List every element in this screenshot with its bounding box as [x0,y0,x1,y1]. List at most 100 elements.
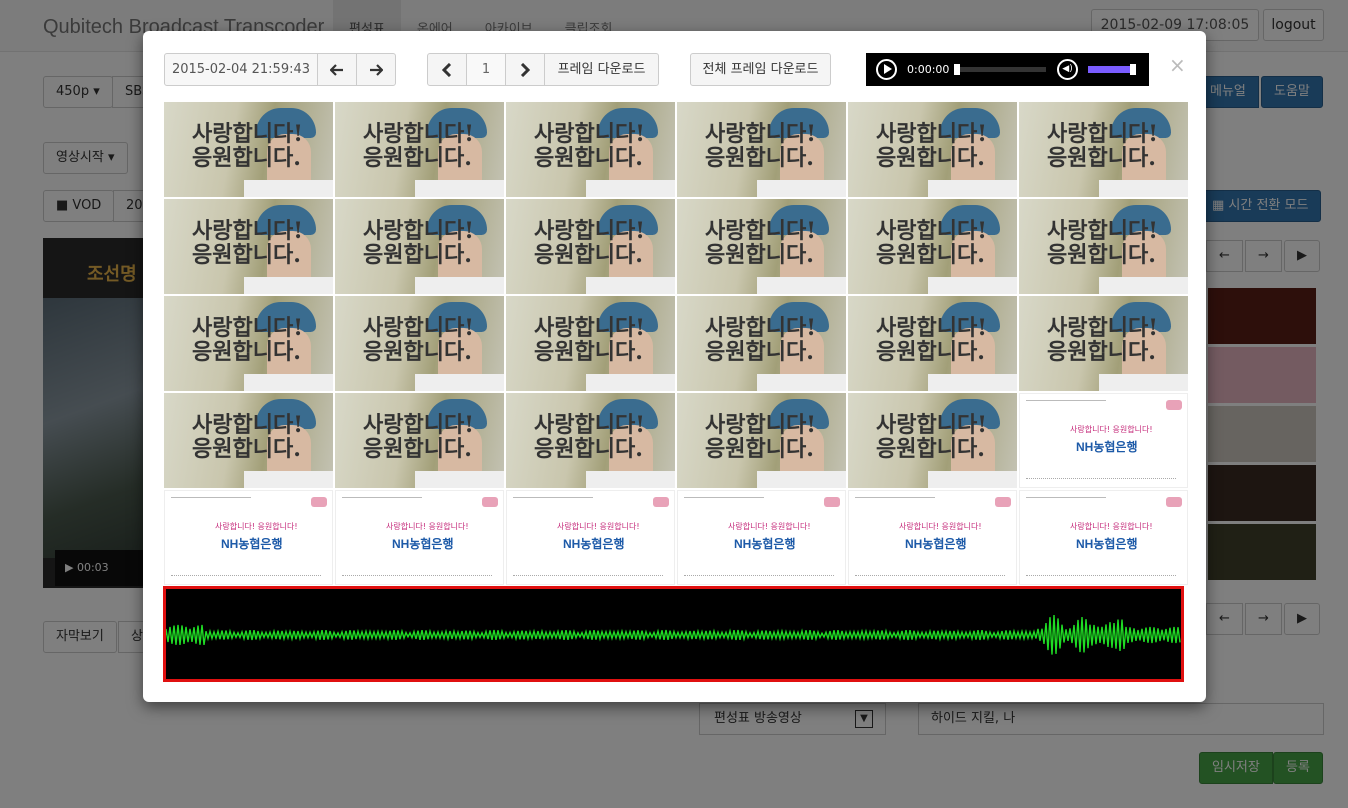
page-next-button[interactable] [505,53,545,86]
frame-corner-logo [653,497,669,507]
frame-ad-slogan: 사랑합니다! 응원합니다! [899,522,982,531]
frame-thumbnail[interactable]: 사랑합니다! 응원합니다. [848,296,1017,391]
frame-fine-print [1026,400,1106,408]
frame-caption: 사랑합니다! 응원합니다. [1047,316,1158,364]
frame-caption-line: 사랑합니다! [1047,218,1158,244]
frame-thumbnail[interactable]: 사랑합니다! 응원합니다! NH농협은행 [164,490,333,585]
frame-caption: 사랑합니다! 응원합니다. [876,316,987,364]
frame-caption: 사랑합니다! 응원합니다. [534,122,645,170]
frame-thumbnail[interactable]: 사랑합니다! 응원합니다. [164,296,333,391]
frame-thumbnail[interactable]: 사랑합니다! 응원합니다. [335,199,504,294]
frame-thumbnail[interactable]: 사랑합니다! 응원합니다. [164,393,333,488]
frame-thumbnail[interactable]: 사랑합니다! 응원합니다. [506,296,675,391]
close-icon[interactable]: × [1169,53,1186,77]
frame-thumbnail[interactable]: 사랑합니다! 응원합니다! NH농협은행 [1019,490,1188,585]
frame-thumbnail[interactable]: 사랑합니다! 응원합니다. [677,102,846,197]
frame-figure-shirt [586,277,675,294]
chevron-left-icon [441,62,452,77]
frame-caption-line: 응원합니다. [876,242,985,268]
audio-player: 0:00:00 ◀) [866,53,1149,86]
frame-corner-logo [995,497,1011,507]
frame-caption-line: 사랑합니다! [363,412,474,438]
frame-thumbnail[interactable]: 사랑합니다! 응원합니다. [848,199,1017,294]
frame-caption: 사랑합니다! 응원합니다. [876,413,987,461]
frame-thumbnail[interactable]: 사랑합니다! 응원합니다. [848,102,1017,197]
page-prev-button[interactable] [427,53,467,86]
frame-caption-line: 응원합니다. [192,242,301,268]
frame-ad-slogan: 사랑합니다! 응원합니다! [728,522,811,531]
frame-thumbnail[interactable]: 사랑합니다! 응원합니다. [335,393,504,488]
frame-ad-slogan: 사랑합니다! 응원합니다! [1070,522,1153,531]
speaker-icon[interactable]: ◀) [1057,59,1078,80]
frame-caption-line: 사랑합니다! [705,218,816,244]
frame-footer [684,575,834,579]
frame-figure-shirt [244,277,333,294]
frame-caption-line: 사랑합니다! [876,315,987,341]
frame-fine-print [684,497,764,505]
all-frame-download-button[interactable]: 전체 프레임 다운로드 [690,53,831,86]
frame-figure-shirt [928,471,1017,488]
frame-fine-print [171,497,251,505]
frame-thumbnail[interactable]: 사랑합니다! 응원합니다. [1019,199,1188,294]
frame-thumbnail[interactable]: 사랑합니다! 응원합니다! NH농협은행 [506,490,675,585]
frame-caption-line: 응원합니다. [363,145,472,171]
audio-play-icon[interactable] [876,59,897,80]
frame-caption-line: 응원합니다. [876,436,985,462]
frame-figure-shirt [1099,374,1188,391]
frame-caption: 사랑합니다! 응원합니다. [705,413,816,461]
frame-caption-line: 사랑합니다! [192,121,303,147]
waveform-graph [165,614,1181,655]
frame-caption-line: 사랑합니다! [1047,121,1158,147]
frame-figure-shirt [757,277,846,294]
frame-figure-shirt [757,471,846,488]
frame-thumbnail[interactable]: 사랑합니다! 응원합니다! NH농협은행 [335,490,504,585]
frame-caption-line: 응원합니다. [705,145,814,171]
volume-handle[interactable] [1130,64,1136,75]
frame-caption-line: 응원합니다. [705,436,814,462]
frame-thumbnail[interactable]: 사랑합니다! 응원합니다. [164,102,333,197]
frame-thumbnail[interactable]: 사랑합니다! 응원합니다. [506,393,675,488]
frame-thumbnail[interactable]: 사랑합니다! 응원합니다. [506,102,675,197]
frame-thumbnail[interactable]: 사랑합니다! 응원합니다. [848,393,1017,488]
frame-thumbnail[interactable]: 사랑합니다! 응원합니다. [335,102,504,197]
frame-thumbnail[interactable]: 사랑합니다! 응원합니다. [164,199,333,294]
prev-time-button[interactable] [317,53,357,86]
frame-caption: 사랑합니다! 응원합니다. [1047,122,1158,170]
frame-caption: 사랑합니다! 응원합니다. [876,219,987,267]
frame-thumbnail[interactable]: 사랑합니다! 응원합니다. [506,199,675,294]
frame-footer [342,575,492,579]
frame-thumbnail[interactable]: 사랑합니다! 응원합니다. [677,199,846,294]
frame-thumbnail[interactable]: 사랑합니다! 응원합니다! NH농협은행 [848,490,1017,585]
frame-ad-logo: NH농협은행 [734,537,796,551]
frame-thumbnail[interactable]: 사랑합니다! 응원합니다! NH농협은행 [1019,393,1188,488]
frame-thumbnail[interactable]: 사랑합니다! 응원합니다. [335,296,504,391]
volume-slider[interactable] [1088,66,1132,73]
audio-seek-track[interactable] [954,67,1046,72]
frame-date-field[interactable]: 2015-02-04 21:59:43 [164,53,318,86]
frame-thumbnail[interactable]: 사랑합니다! 응원합니다. [1019,102,1188,197]
page-number[interactable]: 1 [466,53,506,86]
frame-ad-logo: NH농협은행 [392,537,454,551]
frame-thumbnail[interactable]: 사랑합니다! 응원합니다. [1019,296,1188,391]
audio-seek-handle[interactable] [954,64,960,75]
frame-corner-logo [824,497,840,507]
next-time-button[interactable] [356,53,396,86]
frame-caption: 사랑합니다! 응원합니다. [1047,219,1158,267]
frame-caption: 사랑합니다! 응원합니다. [363,219,474,267]
frame-thumbnail[interactable]: 사랑합니다! 응원합니다. [677,393,846,488]
frame-caption-line: 사랑합니다! [192,218,303,244]
frame-thumbnail[interactable]: 사랑합니다! 응원합니다! NH농협은행 [677,490,846,585]
frame-caption-line: 응원합니다. [363,436,472,462]
frame-download-button[interactable]: 프레임 다운로드 [544,53,659,86]
frame-caption: 사랑합니다! 응원합니다. [534,316,645,364]
frame-caption: 사랑합니다! 응원합니다. [705,219,816,267]
frame-caption: 사랑합니다! 응원합니다. [363,316,474,364]
frame-viewer-modal: 2015-02-04 21:59:43 1 프레임 다운로드 전체 프레임 다운… [143,31,1206,702]
frame-ad-logo: NH농협은행 [1076,537,1138,551]
frame-ad-slogan: 사랑합니다! 응원합니다! [557,522,640,531]
frame-caption-line: 사랑합니다! [363,315,474,341]
frame-caption-line: 사랑합니다! [534,412,645,438]
audio-waveform[interactable] [163,586,1184,682]
frame-footer [855,575,1005,579]
frame-thumbnail[interactable]: 사랑합니다! 응원합니다. [677,296,846,391]
